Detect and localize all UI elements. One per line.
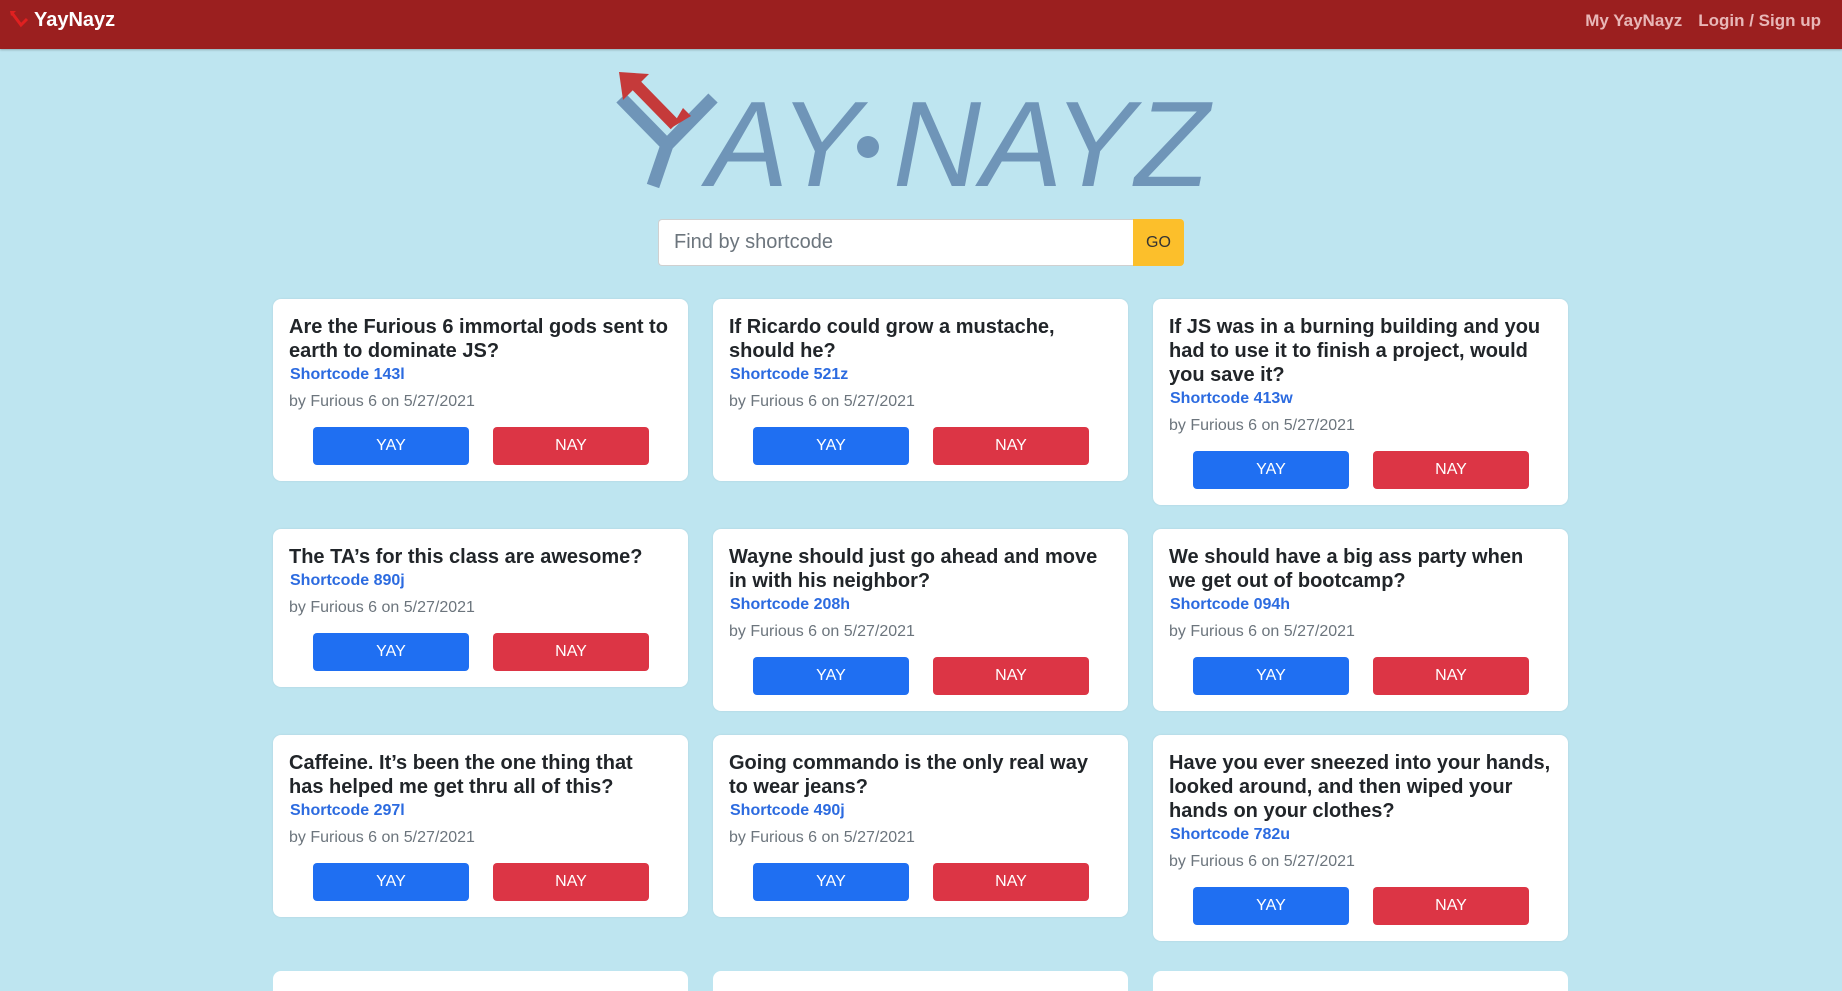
nay-button[interactable]: NAY	[493, 633, 649, 671]
question-text: If Ricardo could grow a mustache, should…	[729, 316, 1055, 362]
question-text: Wayne should just go ahead and move in w…	[729, 546, 1098, 592]
question-card: We should have a big ass party when we g…	[1153, 529, 1568, 711]
question-card: The TA’s for this class are awesome? Shor…	[273, 529, 688, 687]
vote-buttons: YAY NAY	[1193, 657, 1552, 695]
vote-buttons: YAY NAY	[313, 427, 672, 465]
question-card: Going commando is the only real way to w…	[713, 735, 1128, 917]
search-input[interactable]	[658, 219, 1133, 266]
yay-button[interactable]: YAY	[313, 633, 469, 671]
site-logo: AY NAYZ	[615, 68, 1235, 194]
card-partial	[713, 971, 1128, 991]
author-date: by Furious 6 on 5/27/2021	[1169, 417, 1355, 434]
question-card: Caffeine. It’s been the one thing that h…	[273, 735, 688, 917]
logo-text-left: AY	[700, 76, 868, 194]
next-row-cards-partial	[273, 971, 1569, 991]
vote-buttons: YAY NAY	[1193, 451, 1552, 489]
card-partial	[273, 971, 688, 991]
question-card: Wayne should just go ahead and move in w…	[713, 529, 1128, 711]
shortcode-link[interactable]: Shortcode 094h	[1170, 596, 1552, 614]
vote-buttons: YAY NAY	[313, 633, 672, 671]
yay-button[interactable]: YAY	[1193, 451, 1349, 489]
author-date: by Furious 6 on 5/27/2021	[1169, 853, 1355, 870]
question-text: We should have a big ass party when we g…	[1169, 546, 1524, 592]
nav-links: My YayNayz Login / Sign up	[1585, 11, 1821, 31]
question-text: Have you ever sneezed into your hands, l…	[1169, 752, 1551, 822]
vote-buttons: YAY NAY	[753, 863, 1112, 901]
nay-button[interactable]: NAY	[933, 427, 1089, 465]
author-date: by Furious 6 on 5/27/2021	[289, 393, 475, 410]
shortcode-link[interactable]: Shortcode 413w	[1170, 390, 1552, 408]
author-date: by Furious 6 on 5/27/2021	[729, 393, 915, 410]
question-card: Have you ever sneezed into your hands, l…	[1153, 735, 1568, 941]
yay-button[interactable]: YAY	[753, 657, 909, 695]
question-grid: Are the Furious 6 immortal gods sent to …	[273, 299, 1569, 941]
nay-button[interactable]: NAY	[1373, 657, 1529, 695]
nay-button[interactable]: NAY	[933, 863, 1089, 901]
go-button[interactable]: GO	[1133, 219, 1184, 266]
nay-button[interactable]: NAY	[1373, 451, 1529, 489]
question-card: Are the Furious 6 immortal gods sent to …	[273, 299, 688, 481]
author-date: by Furious 6 on 5/27/2021	[289, 829, 475, 846]
vote-buttons: YAY NAY	[753, 427, 1112, 465]
shortcode-link[interactable]: Shortcode 490j	[730, 802, 1112, 820]
logo-text-right: NAYZ	[893, 76, 1213, 194]
vote-buttons: YAY NAY	[313, 863, 672, 901]
top-navbar: YayNayz My YayNayz Login / Sign up	[0, 0, 1842, 49]
shortcode-link[interactable]: Shortcode 782u	[1170, 826, 1552, 844]
shortcode-link[interactable]: Shortcode 208h	[730, 596, 1112, 614]
author-date: by Furious 6 on 5/27/2021	[1169, 623, 1355, 640]
question-text: The TA’s for this class are awesome?	[289, 546, 643, 568]
checkmark-arrow-icon	[10, 10, 32, 32]
yay-button[interactable]: YAY	[1193, 657, 1349, 695]
shortcode-link[interactable]: Shortcode 521z	[730, 366, 1112, 384]
author-date: by Furious 6 on 5/27/2021	[289, 599, 475, 616]
question-text: Going commando is the only real way to w…	[729, 752, 1088, 798]
shortcode-link[interactable]: Shortcode 143l	[290, 366, 672, 384]
shortcode-link[interactable]: Shortcode 297l	[290, 802, 672, 820]
yay-button[interactable]: YAY	[753, 427, 909, 465]
question-card: If JS was in a burning building and you …	[1153, 299, 1568, 505]
nay-button[interactable]: NAY	[1373, 887, 1529, 925]
nay-button[interactable]: NAY	[493, 427, 649, 465]
nav-my-yaynayz[interactable]: My YayNayz	[1585, 11, 1682, 31]
shortcode-search: GO	[658, 219, 1184, 266]
shortcode-link[interactable]: Shortcode 890j	[290, 572, 672, 590]
author-date: by Furious 6 on 5/27/2021	[729, 829, 915, 846]
logo-dot	[857, 136, 879, 158]
question-card: If Ricardo could grow a mustache, should…	[713, 299, 1128, 481]
question-text: Caffeine. It’s been the one thing that h…	[289, 752, 633, 798]
brand-name: YayNayz	[34, 9, 116, 31]
yay-button[interactable]: YAY	[313, 863, 469, 901]
question-text: If JS was in a burning building and you …	[1169, 316, 1541, 386]
yay-button[interactable]: YAY	[313, 427, 469, 465]
vote-buttons: YAY NAY	[753, 657, 1112, 695]
brand-link[interactable]: YayNayz	[10, 9, 115, 32]
question-text: Are the Furious 6 immortal gods sent to …	[289, 316, 668, 362]
author-date: by Furious 6 on 5/27/2021	[729, 623, 915, 640]
yay-button[interactable]: YAY	[1193, 887, 1349, 925]
vote-buttons: YAY NAY	[1193, 887, 1552, 925]
nay-button[interactable]: NAY	[933, 657, 1089, 695]
nav-login-signup[interactable]: Login / Sign up	[1698, 11, 1821, 31]
nay-button[interactable]: NAY	[493, 863, 649, 901]
card-partial	[1153, 971, 1568, 991]
yay-button[interactable]: YAY	[753, 863, 909, 901]
